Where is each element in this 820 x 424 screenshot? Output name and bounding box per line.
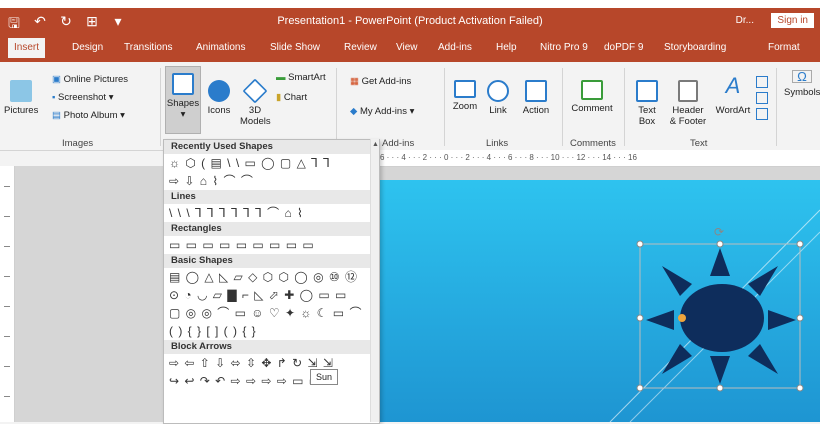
group-label-comments: Comments bbox=[570, 138, 616, 149]
tab-add-ins[interactable]: Add-ins bbox=[438, 42, 472, 53]
wordart-button[interactable]: A WordArt bbox=[712, 73, 754, 117]
my-add-ins-button[interactable]: ◆ My Add-ins ▾ bbox=[350, 106, 414, 117]
window-title: Presentation1 - PowerPoint (Product Acti… bbox=[277, 15, 543, 27]
tab-dopdf[interactable]: doPDF 9 bbox=[604, 42, 643, 53]
cube-icon bbox=[242, 78, 268, 104]
get-add-ins-button[interactable]: ▦ Get Add-ins bbox=[350, 76, 411, 87]
shapes-gallery: Recently Used Shapes ☼ ⬡ ( ▤ \ \ ▭ ◯ ▢ △… bbox=[163, 139, 380, 424]
tab-insert[interactable]: Insert bbox=[8, 38, 46, 58]
zoom-button[interactable]: Zoom bbox=[450, 80, 480, 112]
symbols-button[interactable]: Ω Symbols bbox=[784, 70, 820, 98]
shape-row[interactable]: ☼ ⬡ ( ▤ \ \ ▭ ◯ ▢ △ ⅂ ⅂ bbox=[164, 154, 379, 172]
title-bar: 🖫 ↶ ↻ ⊞ ▾ Presentation1 - PowerPoint (Pr… bbox=[0, 8, 820, 36]
tab-slide-show[interactable]: Slide Show bbox=[270, 42, 320, 53]
date-time-icon bbox=[756, 76, 768, 88]
smartart-button[interactable]: ▬ SmartArt bbox=[276, 72, 326, 83]
chart-icon: ▮ bbox=[276, 92, 284, 103]
tab-transitions[interactable]: Transitions bbox=[124, 42, 173, 53]
smartart-icon: ▬ bbox=[276, 72, 289, 83]
3d-models-button[interactable]: 3D Models bbox=[240, 78, 271, 127]
shape-row[interactable]: ↪ ↩ ↷ ↶ ⇨ ⇨ ⇨ ⇨ ▭ ▭ ▭ bbox=[164, 372, 379, 390]
online-pictures-icon: ▣ bbox=[52, 74, 64, 85]
slide-number-icon bbox=[756, 92, 768, 104]
gallery-scrollbar[interactable]: ▲ bbox=[370, 139, 379, 422]
shape-row[interactable]: ▭ ▭ ▭ ▭ ▭ ▭ ▭ ▭ ▭ bbox=[164, 236, 379, 254]
shape-row[interactable]: ⊙ ◔ ◡ ▱ ▇ ⌐ ◺ ⬀ ✚ ◯ ▭ ▭ bbox=[164, 286, 379, 304]
photo-album-button[interactable]: ▤ Photo Album ▾ bbox=[52, 110, 125, 121]
gallery-section-block-arrows: Block Arrows bbox=[164, 340, 379, 354]
photo-album-icon: ▤ bbox=[52, 110, 64, 121]
horizontal-ruler: 6 · · · 4 · · · 2 · · · 0 · · · 2 · · · … bbox=[380, 150, 820, 167]
sun-shape[interactable]: ⟳ bbox=[632, 225, 812, 396]
header-footer-icon bbox=[678, 80, 698, 102]
comment-button[interactable]: Comment bbox=[568, 80, 616, 114]
comment-icon bbox=[581, 80, 603, 100]
group-separator bbox=[336, 68, 337, 146]
svg-text:⟳: ⟳ bbox=[714, 226, 724, 239]
group-label-text: Text bbox=[690, 138, 708, 149]
tab-review[interactable]: Review bbox=[344, 42, 377, 53]
link-icon bbox=[487, 80, 509, 102]
sun-shape-graphic: ⟳ bbox=[636, 225, 804, 392]
group-separator bbox=[444, 68, 445, 146]
icons-icon bbox=[208, 80, 230, 102]
shape-row[interactable]: ⇨ ⇩ ⌂ ⌇ ⌒ ⌒ bbox=[164, 172, 379, 190]
group-label-links: Links bbox=[486, 138, 509, 149]
text-extra-buttons[interactable] bbox=[756, 76, 770, 120]
text-box-button[interactable]: Text Box bbox=[632, 80, 662, 127]
gallery-section-rectangles: Rectangles bbox=[164, 222, 379, 236]
sign-in-button[interactable]: Sign in bbox=[771, 13, 814, 28]
tab-help[interactable]: Help bbox=[496, 42, 517, 53]
tab-design[interactable]: Design bbox=[72, 42, 103, 53]
group-label-add-ins: Add-ins bbox=[382, 138, 415, 149]
action-button[interactable]: Action bbox=[518, 80, 554, 116]
vertical-ruler bbox=[0, 166, 15, 422]
zoom-icon bbox=[454, 80, 476, 98]
icons-button[interactable]: Icons bbox=[206, 80, 232, 116]
chart-button[interactable]: ▮ Chart bbox=[276, 92, 307, 103]
link-button[interactable]: Link bbox=[486, 80, 510, 116]
sun-tooltip: Sun bbox=[310, 369, 339, 385]
omega-icon: Ω bbox=[792, 70, 812, 83]
shape-row[interactable]: ( ) { } [ ] ( ) { } bbox=[164, 322, 379, 340]
group-separator bbox=[776, 68, 777, 146]
object-icon bbox=[756, 108, 768, 120]
tab-nitro-pro[interactable]: Nitro Pro 9 bbox=[540, 42, 588, 53]
shapes-icon bbox=[172, 73, 194, 95]
shape-row[interactable]: ▤ ◯ △ ◺ ▱ ◇ ⬡ ⬡ ◯ ◎ ⑩ ⑫ bbox=[164, 268, 379, 286]
top-frame bbox=[0, 0, 820, 8]
pictures-icon bbox=[10, 80, 32, 102]
text-box-icon bbox=[636, 80, 658, 102]
shape-row[interactable]: ▢ ◎ ◎ ⌒ ▭ ☺ ♡ ✦ ☼ ☾ ▭ ⌒ bbox=[164, 304, 379, 322]
header-footer-button[interactable]: Header & Footer bbox=[666, 80, 710, 127]
group-separator bbox=[562, 68, 563, 146]
action-icon bbox=[525, 80, 547, 102]
store-icon: ▦ bbox=[350, 76, 362, 87]
group-separator bbox=[624, 68, 625, 146]
shapes-button[interactable]: Shapes ▾ bbox=[165, 66, 201, 134]
shape-row[interactable]: ⇨ ⇦ ⇧ ⇩ ⬄ ⇳ ✥ ↱ ↻ ⇲ ⇲ bbox=[164, 354, 379, 372]
online-pictures-button[interactable]: ▣ Online Pictures bbox=[52, 74, 128, 85]
tab-animations[interactable]: Animations bbox=[196, 42, 245, 53]
gallery-section-basic-shapes: Basic Shapes bbox=[164, 254, 379, 268]
tab-view[interactable]: View bbox=[396, 42, 418, 53]
scroll-up-icon[interactable]: ▲ bbox=[372, 141, 379, 148]
group-separator bbox=[160, 68, 161, 146]
pictures-button[interactable]: Pictures bbox=[4, 80, 38, 116]
ribbon-tabs: Insert Design Transitions Animations Sli… bbox=[0, 36, 820, 62]
user-name[interactable]: Dr... bbox=[736, 15, 754, 26]
screenshot-button[interactable]: ▪ Screenshot ▾ bbox=[52, 92, 113, 103]
group-label-images: Images bbox=[62, 138, 94, 149]
gallery-section-recent: Recently Used Shapes bbox=[164, 140, 379, 154]
ribbon: Pictures ▣ Online Pictures ▪ Screenshot … bbox=[0, 62, 820, 151]
wordart-icon: A bbox=[725, 73, 741, 98]
my-add-ins-icon: ◆ bbox=[350, 106, 360, 117]
tab-storyboarding[interactable]: Storyboarding bbox=[664, 42, 726, 53]
shape-row[interactable]: \ \ \ ⅂ ⅂ ⅂ ⅂ ⅂ ⅂ ⌒ ⌂ ⌇ bbox=[164, 204, 379, 222]
gallery-section-lines: Lines bbox=[164, 190, 379, 204]
tab-format[interactable]: Format bbox=[768, 42, 800, 53]
